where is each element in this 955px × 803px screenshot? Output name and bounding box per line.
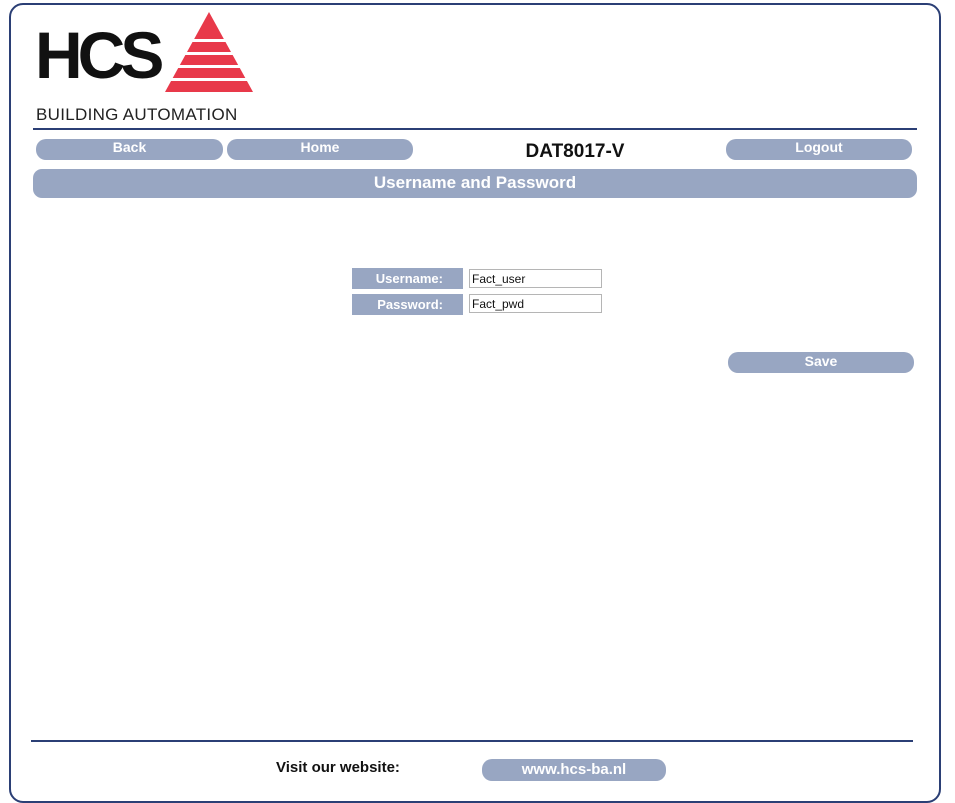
back-button[interactable]: Back bbox=[36, 139, 223, 160]
username-label: Username: bbox=[352, 268, 463, 289]
home-button[interactable]: Home bbox=[227, 139, 413, 160]
logo-tagline: BUILDING AUTOMATION bbox=[36, 105, 238, 124]
header-divider bbox=[33, 128, 917, 130]
password-label: Password: bbox=[352, 294, 463, 315]
username-input[interactable] bbox=[469, 269, 602, 288]
logout-button[interactable]: Logout bbox=[726, 139, 912, 160]
logo-triangle-icon bbox=[165, 12, 253, 92]
logo-wordmark: HCS bbox=[35, 18, 164, 92]
password-input[interactable] bbox=[469, 294, 602, 313]
footer-visit-label: Visit our website: bbox=[276, 759, 400, 776]
device-title: DAT8017-V bbox=[525, 141, 625, 162]
footer-divider bbox=[31, 740, 913, 742]
website-link-button[interactable]: www.hcs-ba.nl bbox=[482, 759, 666, 781]
save-button[interactable]: Save bbox=[728, 352, 914, 373]
hcs-logo: HCS BUILDING AUTOMATION bbox=[35, 12, 255, 124]
section-header: Username and Password bbox=[33, 169, 917, 198]
